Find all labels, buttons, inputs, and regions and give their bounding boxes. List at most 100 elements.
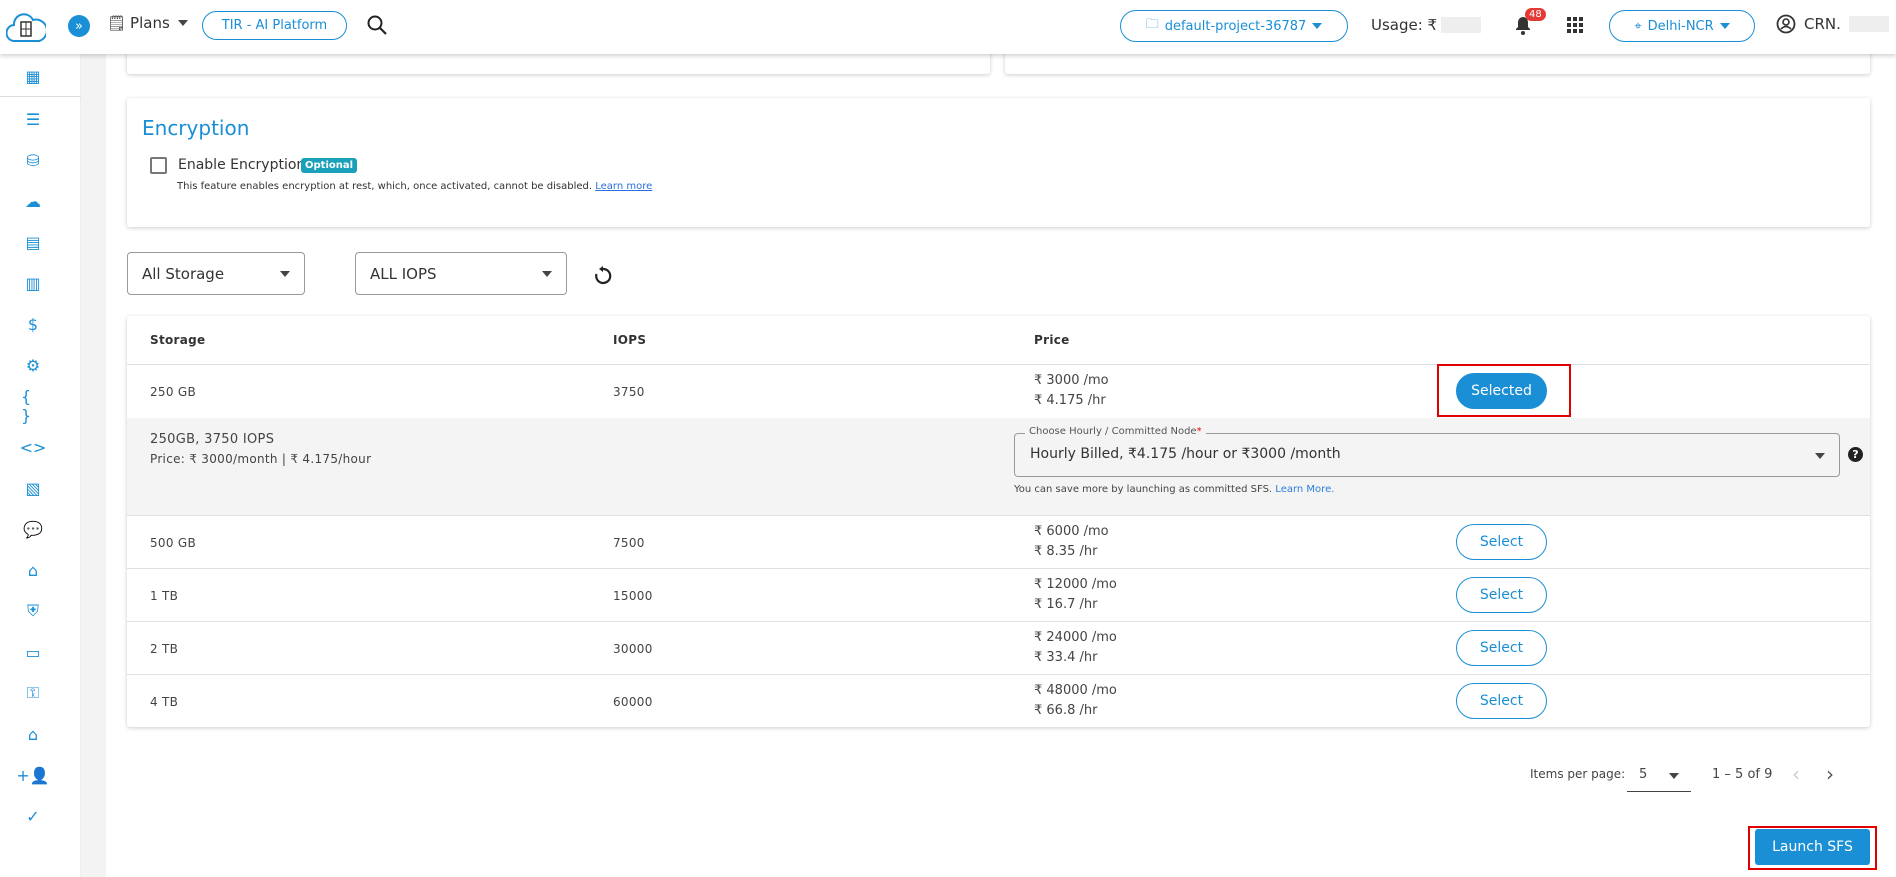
price-cell: ₹ 3000 /mo ₹ 4.175 /hr [1034, 373, 1109, 408]
table-row[interactable]: 2 TB 30000 ₹ 24000 /mo ₹ 33.4 /hr Select [127, 621, 1870, 674]
encryption-card: Encryption Enable Encryption Optional Th… [127, 98, 1870, 227]
dashboard-add-icon[interactable]: ▦ [21, 64, 45, 88]
table-row[interactable]: 500 GB 7500 ₹ 6000 /mo ₹ 8.35 /hr Select [127, 515, 1870, 568]
refresh-icon[interactable] [592, 265, 614, 287]
storage-cell: 2 TB [150, 642, 179, 656]
sidebar-gutter [81, 54, 106, 877]
select-button[interactable]: Select [1456, 524, 1547, 560]
iops-filter-select[interactable]: ALL IOPS [355, 252, 567, 295]
iops-cell: 30000 [613, 642, 653, 656]
encryption-description: This feature enables encryption at rest,… [177, 181, 653, 192]
platform-button[interactable]: TIR - AI Platform [202, 11, 347, 40]
crn-redacted [1848, 16, 1889, 32]
braces-icon[interactable]: { } [21, 387, 45, 425]
launch-sfs-button[interactable]: Launch SFS [1755, 829, 1870, 865]
enable-encryption-label: Enable Encryption [178, 157, 306, 173]
key-icon[interactable]: ⚿ [21, 681, 45, 705]
plans-table: Storage IOPS Price 250 GB 3750 ₹ 3000 /m… [127, 316, 1870, 727]
plan-detail-panel: 250GB, 3750 IOPS Price: ₹ 3000/month | ₹… [127, 418, 1870, 515]
region-selector[interactable]: ⌖ Delhi-NCR [1609, 10, 1755, 42]
search-icon[interactable] [366, 14, 388, 36]
plans-menu[interactable]: 🗒 Plans [107, 14, 188, 32]
previous-page-button[interactable]: ‹ [1792, 762, 1800, 786]
apps-grid-icon[interactable] [1567, 17, 1583, 33]
items-per-page-select[interactable]: 5 [1627, 764, 1691, 792]
help-icon[interactable]: ? [1848, 447, 1863, 462]
account-menu[interactable]: CRN. [1776, 14, 1889, 34]
code-icon[interactable]: <> [20, 435, 47, 459]
receipt-icon: 🗒 [107, 14, 127, 32]
storage-cell: 4 TB [150, 695, 179, 709]
folder-icon: 🗀 [1145, 17, 1159, 32]
detail-price: Price: ₹ 3000/month | ₹ 4.175/hour [150, 452, 372, 466]
usage-value-redacted [1441, 17, 1482, 33]
next-page-button[interactable]: › [1826, 762, 1834, 786]
storage-cell: 250 GB [150, 385, 197, 399]
billing-type-value: Hourly Billed, ₹4.175 /hour or ₹3000 /mo… [1030, 446, 1341, 462]
marketplace-icon[interactable]: ⌂ [21, 722, 45, 746]
storage-grid-icon[interactable]: ▥ [21, 271, 45, 295]
column-header-iops: IOPS [613, 333, 647, 347]
price-cell: ₹ 6000 /mo ₹ 8.35 /hr [1034, 524, 1109, 559]
table-row[interactable]: 4 TB 60000 ₹ 48000 /mo ₹ 66.8 /hr Select [127, 674, 1870, 727]
cloud-network-icon[interactable]: ☁ [21, 189, 45, 213]
iops-cell: 15000 [613, 589, 653, 603]
project-selector[interactable]: 🗀 default-project-36787 [1120, 10, 1348, 42]
table-row[interactable]: 250 GB 3750 ₹ 3000 /mo ₹ 4.175 /hr Select… [127, 364, 1870, 418]
learn-more-committed-link[interactable]: Learn More. [1275, 484, 1334, 495]
usage: Usage: ₹ [1371, 16, 1482, 34]
enable-encryption-checkbox[interactable] [150, 157, 167, 174]
caret-down-icon [542, 270, 552, 277]
logo[interactable] [5, 8, 48, 46]
table-row[interactable]: 1 TB 15000 ₹ 12000 /mo ₹ 16.7 /hr Select [127, 568, 1870, 621]
caret-down-icon [280, 270, 290, 277]
database-icon[interactable]: ⛁ [21, 148, 45, 172]
iops-cell: 3750 [613, 385, 645, 399]
sidebar: ▦ ☰ ⛁ ☁ ▤ ▥ $ ⚙ { } <> ▧ 💬 ⌂ ⛨ ▭ ⚿ ⌂ +👤 … [0, 54, 81, 877]
column-header-storage: Storage [150, 333, 206, 347]
billing-type-select[interactable]: Choose Hourly / Committed Node* Hourly B… [1014, 426, 1840, 477]
caret-down-icon [1815, 453, 1825, 459]
select-button[interactable]: Select [1456, 630, 1547, 666]
optional-badge: Optional [301, 158, 358, 173]
location-pin-icon: ⌖ [1634, 18, 1642, 34]
price-cell: ₹ 12000 /mo ₹ 16.7 /hr [1034, 577, 1117, 612]
commit-hint: You can save more by launching as commit… [1014, 484, 1335, 495]
notifications-button[interactable]: 48 [1513, 8, 1546, 40]
selected-button[interactable]: Selected [1456, 373, 1547, 409]
column-header-price: Price [1034, 333, 1070, 347]
select-button[interactable]: Select [1456, 577, 1547, 613]
caret-down-icon [1312, 23, 1323, 29]
billing-icon[interactable]: $ [21, 312, 45, 336]
factory-icon[interactable]: ⌂ [21, 558, 45, 582]
settings-icon[interactable]: ⚙ [21, 353, 45, 377]
items-per-page-label: Items per page: [1530, 767, 1626, 781]
top-bar: » 🗒 Plans TIR - AI Platform 🗀 default-proj… [0, 0, 1896, 54]
pagination-range: 1 – 5 of 9 [1712, 767, 1773, 782]
notification-badge: 48 [1525, 8, 1546, 21]
add-user-icon[interactable]: +👤 [16, 763, 49, 787]
learn-more-link[interactable]: Learn more [595, 181, 652, 192]
nodes-icon[interactable]: ☰ [21, 107, 45, 131]
account-icon [1776, 14, 1796, 34]
server-network-icon[interactable]: ▤ [21, 230, 45, 254]
storage-cell: 500 GB [150, 536, 197, 550]
monitor-icon[interactable]: ▭ [21, 640, 45, 664]
storage-cell: 1 TB [150, 589, 179, 603]
caret-down-icon [177, 20, 188, 26]
price-cell: ₹ 24000 /mo ₹ 33.4 /hr [1034, 630, 1117, 665]
expand-sidebar-button[interactable]: » [68, 15, 90, 37]
billing-type-label: Choose Hourly / Committed Node* [1025, 426, 1206, 437]
shield-check-icon[interactable]: ✓ [21, 804, 45, 828]
support-chat-icon[interactable]: 💬 [21, 517, 45, 541]
detail-summary: 250GB, 3750 IOPS [150, 432, 275, 447]
iops-cell: 7500 [613, 536, 645, 550]
caret-down-icon [1669, 773, 1679, 779]
price-cell: ₹ 48000 /mo ₹ 66.8 /hr [1034, 683, 1117, 718]
storage-filter-select[interactable]: All Storage [127, 252, 305, 295]
select-button[interactable]: Select [1456, 683, 1547, 719]
iops-cell: 60000 [613, 695, 653, 709]
image-file-icon[interactable]: ▧ [21, 476, 45, 500]
security-user-icon[interactable]: ⛨ [21, 599, 45, 623]
encryption-title: Encryption [142, 116, 250, 140]
